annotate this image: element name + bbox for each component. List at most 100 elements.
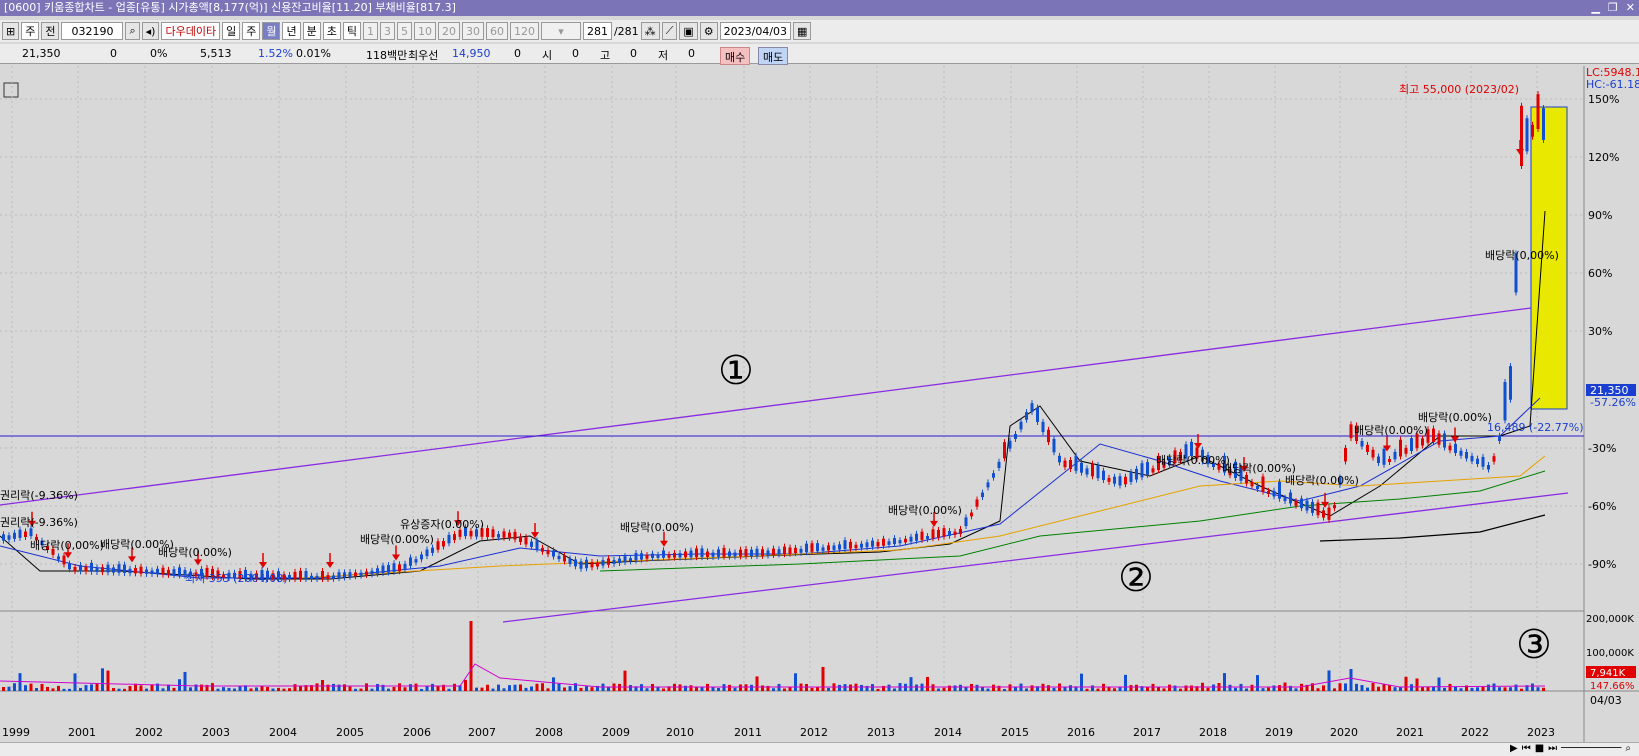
volume-bar: [728, 684, 731, 691]
multidata-button[interactable]: 다우데이타: [161, 22, 221, 40]
candle-body: [827, 545, 830, 551]
candle-body: [1074, 455, 1078, 471]
speaker-icon[interactable]: ◂): [141, 22, 160, 40]
interval-5[interactable]: 5: [396, 22, 412, 40]
volume-bar: [106, 670, 110, 691]
trade-volume: 5,513: [200, 47, 232, 60]
volume-bar: [568, 686, 572, 691]
buy-button[interactable]: 매수: [720, 47, 751, 65]
candle-body: [585, 559, 588, 569]
volume-bar: [948, 685, 951, 691]
volume-bar: [40, 683, 44, 691]
price-chart[interactable]: 150% 120% 90% 60% 30% -30% -60% -90% 1999 2001 20…: [0, 66, 1639, 742]
volume-bar: [1366, 687, 1369, 691]
current-pct-tag: -57.26%: [1590, 396, 1636, 409]
interval-3[interactable]: 3: [379, 22, 395, 40]
candle-body: [134, 567, 137, 574]
year-tick-label: 2012: [800, 726, 828, 739]
candle-body: [909, 536, 913, 542]
candle-body: [1316, 502, 1320, 516]
candle-body: [1305, 500, 1309, 511]
volume-bar: [1014, 687, 1017, 691]
sell-button[interactable]: 매도: [758, 47, 789, 65]
volume-bar: [810, 687, 814, 691]
volume-bar: [1514, 684, 1518, 691]
volume-bar: [1498, 687, 1501, 691]
period-day[interactable]: 일: [222, 22, 241, 40]
candle-body: [156, 568, 159, 575]
candle-body: [128, 568, 132, 574]
volume-bar: [733, 687, 737, 691]
volume-bar: [13, 683, 16, 691]
candle-body: [288, 575, 291, 579]
period-minute[interactable]: 분: [302, 22, 321, 40]
restore-icon[interactable]: ❐: [1608, 0, 1618, 16]
interval-20[interactable]: 20: [437, 22, 460, 40]
year-tick-label: 2019: [1265, 726, 1293, 739]
candle-body: [90, 562, 93, 572]
candle-body: [530, 541, 533, 547]
prev-button[interactable]: 전: [41, 22, 60, 40]
calendar-icon[interactable]: ▦: [793, 22, 812, 40]
volume-bar: [1388, 685, 1391, 691]
candle-body: [1470, 455, 1474, 462]
candle-body: [1459, 450, 1463, 456]
volume-bar: [46, 686, 49, 691]
candle-body: [1030, 403, 1034, 412]
volume-bar: [1377, 686, 1380, 691]
play-icon[interactable]: ▶: [1510, 743, 1518, 754]
period-tick[interactable]: 틱: [342, 22, 361, 40]
save-icon[interactable]: ▣: [679, 22, 698, 40]
period-month[interactable]: 월: [262, 22, 281, 40]
forward-icon[interactable]: ⏭: [1548, 743, 1557, 754]
candle-body: [95, 567, 99, 572]
interval-1[interactable]: 1: [362, 22, 378, 40]
interval-120[interactable]: 120: [509, 22, 539, 40]
candle-body: [612, 559, 616, 564]
date-input[interactable]: 2023/04/03: [719, 22, 792, 40]
search-icon[interactable]: ⌕: [125, 22, 140, 40]
settings-icon[interactable]: ⚙: [699, 22, 718, 40]
period-year[interactable]: 년: [282, 22, 301, 40]
zoom-icon[interactable]: ⌕: [1625, 743, 1631, 754]
count-input[interactable]: 281: [582, 22, 612, 40]
stop-icon[interactable]: ■: [1535, 743, 1544, 754]
candle-body: [1465, 451, 1468, 459]
volume-bar: [1003, 688, 1006, 691]
volume-bar: [662, 688, 665, 691]
code-input[interactable]: 032190: [61, 22, 124, 40]
volume-bar: [1157, 687, 1160, 691]
volume-bar: [1470, 687, 1474, 691]
price-change-pct: 0%: [150, 47, 168, 60]
interval-30[interactable]: 30: [461, 22, 484, 40]
candle-body: [739, 549, 742, 557]
candle-body: [1052, 438, 1056, 453]
candle-body: [590, 561, 594, 568]
volume-bar: [1272, 685, 1276, 691]
chart-toolbar: ⊞ 주 전 032190 ⌕ ◂) 다우데이타 일 주 월 년 분 초 틱 1 …: [0, 20, 1639, 42]
rewind-icon[interactable]: ⏮: [1522, 743, 1531, 754]
volume-bar: [1481, 687, 1485, 691]
interval-10[interactable]: 10: [413, 22, 436, 40]
volume-bar: [1030, 685, 1034, 691]
volume-bar: [1437, 677, 1441, 691]
turnover-ratio: 0.01%: [296, 47, 331, 60]
candle-body: [1058, 455, 1061, 463]
scroll-slider[interactable]: ──────────: [1561, 743, 1621, 754]
volume-bar: [717, 688, 720, 691]
volume-bar: [645, 688, 649, 691]
close-icon[interactable]: ✕: [1626, 0, 1635, 16]
volume-bar: [1129, 685, 1133, 691]
minimize-icon[interactable]: ▁: [1591, 0, 1599, 16]
trendline-icon[interactable]: ⟋: [661, 22, 678, 40]
volume-bar: [640, 684, 643, 691]
period-second[interactable]: 초: [322, 22, 341, 40]
period-select[interactable]: 주: [21, 22, 40, 40]
chart-menu-icon[interactable]: ⊞: [2, 22, 20, 40]
candle-body: [84, 566, 88, 572]
volume-bar: [1091, 685, 1094, 691]
interval-dropdown[interactable]: ▾: [540, 22, 581, 40]
period-week[interactable]: 주: [242, 22, 261, 40]
indicator-icon[interactable]: ⁂: [640, 22, 660, 40]
interval-60[interactable]: 60: [485, 22, 508, 40]
